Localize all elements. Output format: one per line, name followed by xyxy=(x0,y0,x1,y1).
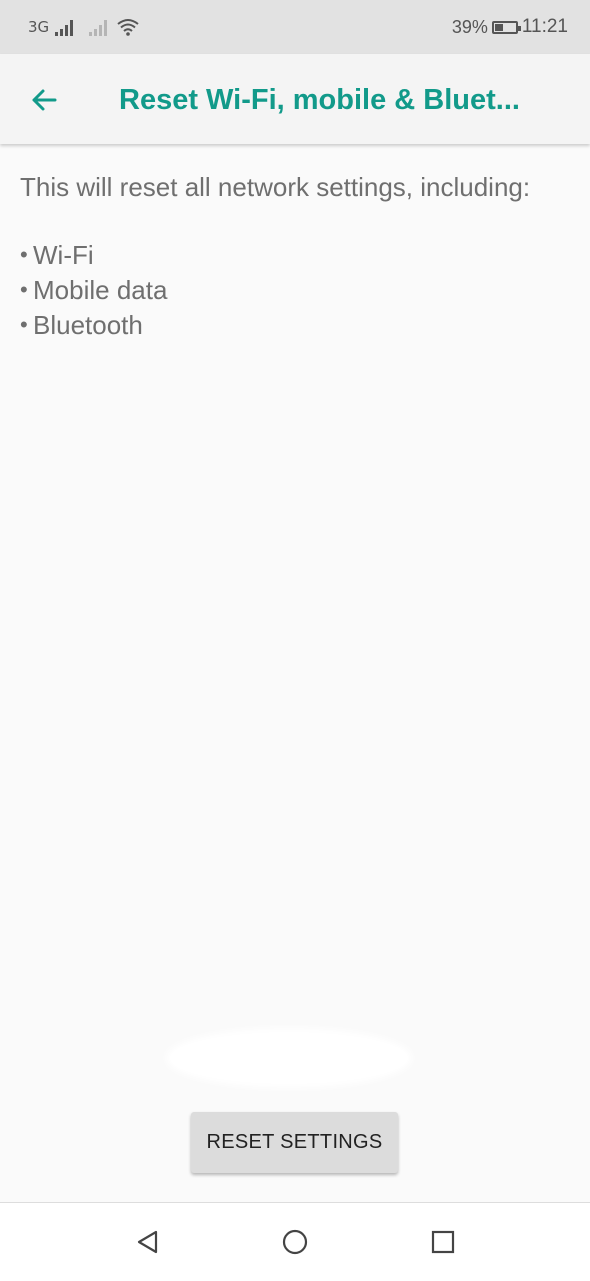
reset-description: This will reset all network settings, in… xyxy=(20,170,570,343)
nav-home-icon xyxy=(282,1229,308,1255)
network-status: 3G xyxy=(28,18,139,36)
battery-icon xyxy=(491,20,521,34)
reset-items-list: • Wi-Fi • Mobile data • Bluetooth xyxy=(20,238,570,343)
clock: 11:21 xyxy=(521,16,568,37)
app-bar: Reset Wi-Fi, mobile & Bluet... xyxy=(0,54,590,144)
list-item-label: Bluetooth xyxy=(33,310,143,340)
battery-percent: 39% xyxy=(451,17,488,37)
bullet: • xyxy=(20,242,28,267)
page-title: Reset Wi-Fi, mobile & Bluet... xyxy=(119,84,520,116)
nav-back-icon xyxy=(137,1230,158,1254)
nav-home-button[interactable] xyxy=(278,1225,312,1259)
list-item-wifi: • Wi-Fi xyxy=(20,238,570,273)
redaction-smudge xyxy=(170,1032,408,1084)
nav-back-button[interactable] xyxy=(131,1225,165,1259)
battery-level-fill xyxy=(494,23,503,31)
nav-recents-button[interactable] xyxy=(426,1225,460,1259)
back-button[interactable] xyxy=(20,76,68,124)
list-item-mobile-data: • Mobile data xyxy=(20,273,570,308)
network-type-label: 3G xyxy=(28,18,50,36)
navigation-bar xyxy=(0,1202,590,1281)
list-item-bluetooth: • Bluetooth xyxy=(20,308,570,343)
arrow-back-icon xyxy=(32,89,57,111)
intro-text: This will reset all network settings, in… xyxy=(20,172,531,202)
bullet: • xyxy=(20,277,28,302)
list-item-label: Mobile data xyxy=(33,275,168,305)
status-right: 39% 11:21 xyxy=(451,16,568,38)
list-item-label: Wi-Fi xyxy=(33,240,94,270)
status-bar: 3G 39% 11:21 xyxy=(0,0,590,54)
signal-strength-empty-icon xyxy=(89,18,108,36)
bullet: • xyxy=(20,312,28,337)
wifi-icon xyxy=(117,19,139,36)
reset-settings-button[interactable]: RESET SETTINGS xyxy=(191,1112,398,1173)
nav-recents-icon xyxy=(431,1230,455,1254)
signal-strength-icon xyxy=(55,18,74,36)
